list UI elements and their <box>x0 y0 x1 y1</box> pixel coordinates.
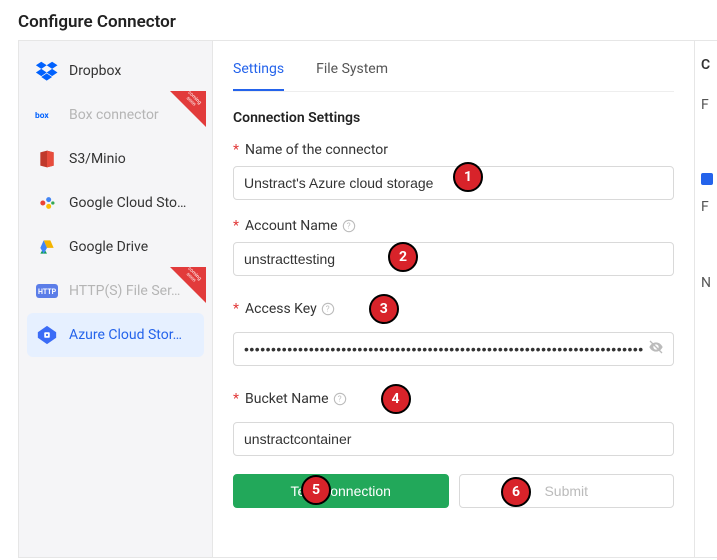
azure-icon <box>35 323 59 347</box>
sidebar-item-label: Google Drive <box>69 239 148 255</box>
tab-settings[interactable]: Settings <box>233 51 284 91</box>
step-badge-5: 5 <box>301 475 331 505</box>
step-badge-2: 2 <box>388 242 418 272</box>
step-badge-4: 4 <box>381 384 411 414</box>
svg-text:HTTP: HTTP <box>38 288 57 296</box>
svg-text:?: ? <box>326 305 330 314</box>
row-connector-name: * Name of the connector 1 <box>233 142 674 200</box>
label-account-name: * Account Name ? <box>233 218 674 234</box>
right-item: N <box>701 275 717 291</box>
coming-soon-ribbon <box>170 267 206 303</box>
label-text: Account Name <box>245 218 338 234</box>
sidebar-item-box[interactable]: box Box connector <box>27 93 204 137</box>
label-connector-name: * Name of the connector <box>233 142 674 158</box>
sidebar-item-label: HTTP(S) File Ser… <box>69 283 180 299</box>
sidebar-item-s3[interactable]: S3/Minio <box>27 137 204 181</box>
sidebar-item-dropbox[interactable]: Dropbox <box>27 49 204 93</box>
row-bucket-name: * Bucket Name ? 4 <box>233 384 674 456</box>
sidebar-item-gdrive[interactable]: Google Drive <box>27 225 204 269</box>
connector-sidebar: Dropbox box Box connector S3/Minio Googl… <box>19 41 213 557</box>
required-mark: * <box>233 391 239 407</box>
step-badge-1: 1 <box>453 162 483 192</box>
help-icon: ? <box>342 219 356 233</box>
right-panel: C F F N <box>695 41 717 557</box>
config-container: Dropbox box Box connector S3/Minio Googl… <box>18 40 717 558</box>
sidebar-item-label: Dropbox <box>69 63 121 79</box>
right-item: F <box>701 199 717 215</box>
access-key-input[interactable] <box>233 332 674 366</box>
sidebar-item-label: Google Cloud Sto… <box>69 195 186 211</box>
bucket-name-input[interactable] <box>233 422 674 456</box>
required-mark: * <box>233 218 239 234</box>
svg-text:?: ? <box>346 222 350 231</box>
sidebar-item-azure[interactable]: Azure Cloud Stor… <box>27 313 204 357</box>
gdrive-icon <box>35 235 59 259</box>
access-key-wrapper <box>233 332 674 366</box>
button-row: Test Connection Submit <box>233 474 674 508</box>
eye-off-icon[interactable] <box>648 339 664 359</box>
sidebar-item-label: Box connector <box>69 107 159 123</box>
main-panel: Settings File System Connection Settings… <box>213 41 695 557</box>
label-access-key: * Access Key ? 3 <box>233 294 674 324</box>
section-title: Connection Settings <box>233 110 674 126</box>
svg-text:box: box <box>35 111 49 121</box>
help-icon: ? <box>321 302 335 316</box>
label-bucket-name: * Bucket Name ? 4 <box>233 384 674 414</box>
http-icon: HTTP <box>35 279 59 303</box>
right-title: C <box>701 57 717 73</box>
required-mark: * <box>233 142 239 158</box>
right-item <box>701 173 717 189</box>
sidebar-item-http[interactable]: HTTP HTTP(S) File Ser… <box>27 269 204 313</box>
page-title: Configure Connector <box>0 0 717 40</box>
label-text: Bucket Name <box>245 391 329 407</box>
right-item: F <box>701 97 717 113</box>
dropbox-icon <box>35 59 59 83</box>
label-text: Name of the connector <box>245 142 388 158</box>
row-access-key: * Access Key ? 3 <box>233 294 674 366</box>
account-name-input[interactable] <box>233 242 674 276</box>
test-connection-button[interactable]: Test Connection <box>233 474 449 508</box>
box-icon: box <box>35 103 59 127</box>
tab-filesystem[interactable]: File System <box>316 51 388 91</box>
gcs-icon <box>35 191 59 215</box>
coming-soon-ribbon <box>170 91 206 127</box>
sidebar-item-label: Azure Cloud Stor… <box>69 327 182 343</box>
required-mark: * <box>233 301 239 317</box>
s3-icon <box>35 147 59 171</box>
sidebar-item-gcs[interactable]: Google Cloud Sto… <box>27 181 204 225</box>
svg-text:?: ? <box>337 395 341 404</box>
step-badge-6: 6 <box>501 477 531 507</box>
row-account-name: * Account Name ? 2 <box>233 218 674 276</box>
help-icon: ? <box>333 392 347 406</box>
sidebar-item-label: S3/Minio <box>69 151 126 167</box>
submit-button[interactable]: Submit <box>459 474 675 508</box>
tabs: Settings File System <box>233 51 674 92</box>
step-badge-3: 3 <box>369 294 399 324</box>
label-text: Access Key <box>245 301 317 317</box>
